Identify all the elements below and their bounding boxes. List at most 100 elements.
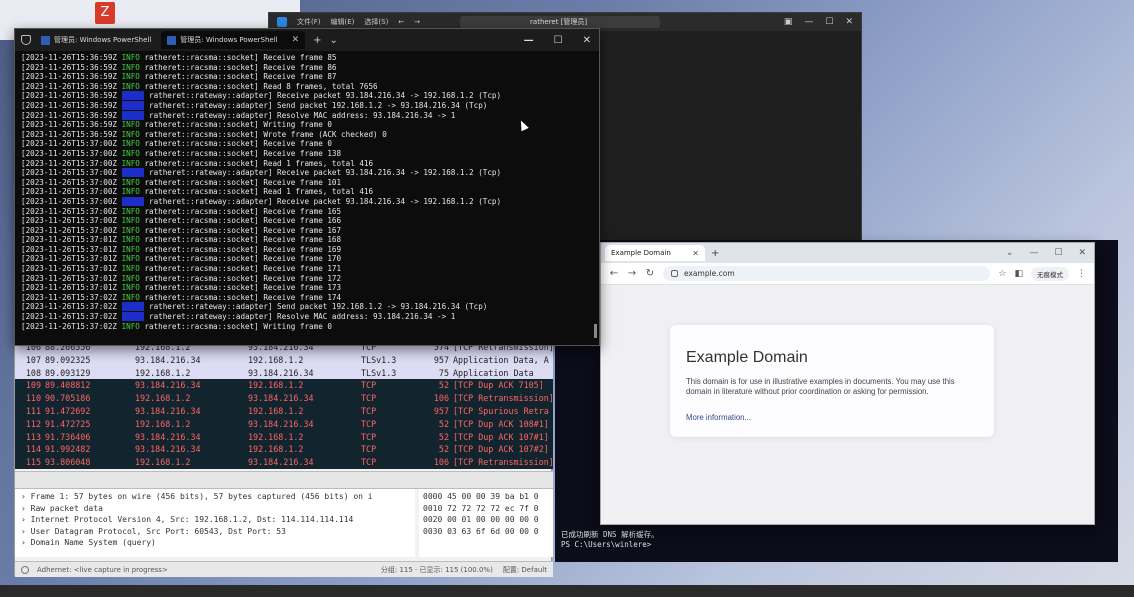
tab-close-icon[interactable]: ✕ [292, 35, 300, 45]
more-information-link[interactable]: More information... [686, 413, 751, 422]
log-message: ratheret::rateway::adapter] Resolve MAC … [144, 110, 456, 120]
log-line: [2023-11-26T15:37:00Z INFO ratheret::rac… [21, 159, 593, 169]
browser-tabbar: Example Domain ✕ + ⌄ — ☐ ✕ [601, 243, 1094, 263]
new-tab-icon[interactable]: + [711, 248, 719, 259]
table-row[interactable]: 112 91.472725 192.168.1.2 93.184.216.34 TCP 5… [15, 417, 553, 431]
packet-no: 112 [25, 418, 41, 429]
log-message: ratheret::racsma::socket] Receive frame … [139, 216, 342, 226]
log-message: ratheret::racsma::socket] Receive frame … [139, 273, 342, 283]
packet-details[interactable]: › Frame 1: 57 bytes on wire (456 bits), … [15, 489, 415, 557]
detail-row[interactable]: › User Datagram Protocol, Src Port: 6054… [21, 526, 409, 538]
log-line: [2023-11-26T15:37:00Z INFO ratheret::rac… [21, 178, 593, 188]
log-timestamp: [2023-11-26T15:37:00Z [21, 158, 122, 168]
maximize-icon[interactable]: ☐ [554, 35, 563, 46]
nav-back-icon[interactable]: ← [398, 18, 404, 26]
log-level: INFO [121, 187, 140, 197]
log-timestamp: [2023-11-26T15:37:00Z [21, 216, 122, 226]
profile-label[interactable]: 配置: Default [503, 565, 547, 575]
minimize-icon[interactable]: — [524, 35, 534, 46]
table-row[interactable]: 111 91.472692 93.184.216.34 192.168.1.2 TCP 9… [15, 404, 553, 418]
menu-edit[interactable]: 编辑(E) [331, 17, 355, 27]
packet-proto: TCP [361, 393, 377, 404]
forward-icon[interactable]: → [627, 268, 637, 279]
menu-select[interactable]: 选择(S) [364, 17, 388, 27]
detail-row[interactable]: › Domain Name System (query) [21, 537, 409, 549]
browser-toolbar: ← → ↻ example.com ☆ ◧ 无痕模式 ⋮ [601, 263, 1094, 285]
log-message: ratheret::racsma::socket] Read 1 frames,… [139, 158, 374, 168]
log-line: [2023-11-26T15:37:00Z DEBUG ratheret::ra… [21, 196, 593, 207]
log-timestamp: [2023-11-26T15:36:59Z [21, 53, 122, 62]
log-level: INFO [121, 139, 140, 149]
close-icon[interactable]: ✕ [583, 35, 591, 46]
maximize-icon[interactable]: ☐ [825, 17, 833, 27]
pane-divider[interactable] [15, 471, 553, 489]
log-line: [2023-11-26T15:36:59Z INFO ratheret::rac… [21, 82, 593, 92]
packet-list[interactable]: 106 88.266556 192.168.1.2 93.184.216.34 TCP 5… [15, 341, 553, 471]
log-timestamp: [2023-11-26T15:36:59Z [21, 72, 122, 82]
menu-file[interactable]: 文件(F) [297, 17, 321, 27]
capture-status-icon[interactable] [21, 565, 29, 574]
terminal-tab-1[interactable]: 管理员: Windows PowerShell [35, 31, 157, 49]
log-level: INFO [121, 120, 140, 130]
log-level: INFO [121, 148, 140, 158]
log-level: INFO [121, 244, 140, 254]
chevron-down-icon[interactable]: ⌄ [330, 35, 338, 46]
address-bar[interactable]: example.com [663, 266, 991, 281]
browser-tab[interactable]: Example Domain ✕ [605, 245, 705, 261]
more-menu-icon[interactable]: ⋮ [1077, 269, 1086, 279]
log-message: ratheret::racsma::socket] Receive frame … [139, 139, 332, 149]
table-row[interactable]: 115 93.806048 192.168.1.2 93.184.216.34 TCP 1… [15, 456, 553, 469]
detail-row[interactable]: › Frame 1: 57 bytes on wire (456 bits), … [21, 491, 409, 503]
table-row[interactable]: 108 89.093129 192.168.1.2 93.184.216.34 TLSv… [15, 366, 553, 380]
log-level: INFO [121, 129, 140, 139]
close-icon[interactable]: ✕ [845, 17, 853, 27]
log-message: ratheret::racsma::socket] Receive frame … [139, 53, 337, 62]
nav-forward-icon[interactable]: → [414, 18, 420, 26]
log-level: INFO [121, 254, 140, 264]
packet-no: 113 [25, 431, 41, 442]
powershell-icon [167, 35, 177, 45]
layout-icon[interactable]: ▣ [784, 17, 793, 27]
bookmark-star-icon[interactable]: ☆ [998, 269, 1006, 279]
log-level: INFO [121, 264, 140, 274]
terminal-log[interactable]: [2023-11-26T15:36:59Z INFO ratheret::rac… [15, 51, 599, 345]
packet-time: 89.093129 [45, 367, 91, 378]
minimize-icon[interactable]: — [1029, 248, 1038, 258]
log-level: DEBUG [121, 100, 145, 110]
chevron-down-icon[interactable]: ⌄ [1006, 248, 1014, 258]
new-tab-icon[interactable]: + [313, 35, 321, 46]
table-row[interactable]: 107 89.092325 93.184.216.34 192.168.1.2 TLSv… [15, 353, 553, 367]
back-icon[interactable]: ← [609, 268, 619, 279]
packet-bytes[interactable]: 0000 45 00 00 39 ba b1 0 0010 72 72 72 72… [419, 489, 553, 557]
log-level: DEBUG [121, 196, 145, 206]
page-content: Example Domain This domain is for use in… [601, 285, 1094, 524]
packet-dst: 93.184.216.34 [248, 367, 314, 378]
log-level: INFO [121, 283, 140, 293]
minimize-icon[interactable]: — [804, 17, 813, 27]
sidepanel-icon[interactable]: ◧ [1014, 269, 1023, 279]
log-line: [2023-11-26T15:37:02Z INFO ratheret::rac… [21, 293, 593, 303]
packet-src: 93.184.216.34 [135, 444, 201, 455]
table-row[interactable]: 113 91.736406 93.184.216.34 192.168.1.2 TCP 5… [15, 430, 553, 444]
reload-icon[interactable]: ↻ [645, 268, 655, 279]
tab-close-icon[interactable]: ✕ [692, 249, 699, 258]
log-message: ratheret::racsma::socket] Receive frame … [139, 62, 337, 72]
content-card: Example Domain This domain is for use in… [670, 325, 994, 437]
terminal-tab-2[interactable]: 管理员: Windows PowerShell ✕ [161, 31, 306, 49]
log-level: INFO [121, 321, 140, 331]
terminal-scrollbar[interactable] [594, 324, 597, 338]
maximize-icon[interactable]: ☐ [1054, 248, 1062, 258]
detail-row[interactable]: › Raw packet data [21, 503, 409, 515]
table-row[interactable]: 109 89.408812 93.184.216.34 192.168.1.2 TCP 5… [15, 379, 553, 393]
log-level: DEBUG [121, 168, 145, 178]
close-icon[interactable]: ✕ [1078, 248, 1086, 258]
detail-row[interactable]: › Internet Protocol Version 4, Src: 192.… [21, 514, 409, 526]
log-timestamp: [2023-11-26T15:37:00Z [21, 206, 122, 216]
incognito-badge[interactable]: 无痕模式 [1031, 266, 1069, 281]
command-search[interactable]: ratheret [管理员] [460, 16, 661, 28]
log-timestamp: [2023-11-26T15:37:01Z [21, 264, 122, 274]
table-row[interactable]: 114 91.992482 93.184.216.34 192.168.1.2 TCP 5… [15, 443, 553, 457]
table-row[interactable]: 110 90.705186 192.168.1.2 93.184.216.34 TCP 1… [15, 392, 553, 405]
filezilla-icon[interactable]: Z [95, 2, 115, 24]
site-info-icon[interactable] [671, 270, 678, 277]
